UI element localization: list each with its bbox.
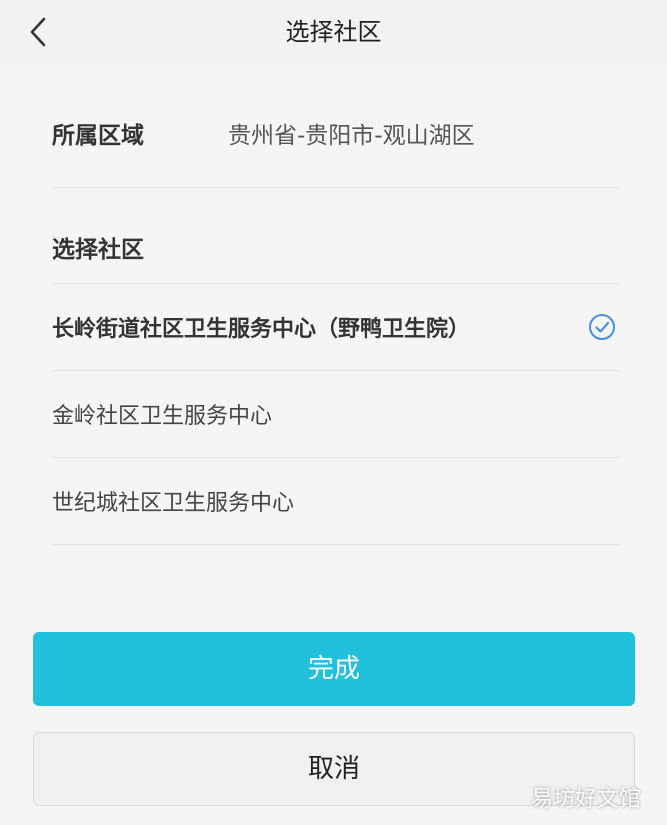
divider bbox=[52, 187, 620, 188]
watermark: 易坊好文馆 bbox=[530, 787, 641, 812]
community-option-jinling[interactable]: 金岭社区卫生服务中心 bbox=[52, 371, 620, 457]
community-option-label: 世纪城社区卫生服务中心 bbox=[52, 491, 295, 516]
community-option-label: 金岭社区卫生服务中心 bbox=[52, 404, 273, 429]
page-title: 选择社区 bbox=[285, 18, 382, 46]
confirm-button[interactable]: 完成 bbox=[33, 632, 635, 706]
community-option-label: 长岭街道社区卫生服务中心（野鸭卫生院） bbox=[52, 317, 471, 342]
community-option-changling[interactable]: 长岭街道社区卫生服务中心（野鸭卫生院） bbox=[52, 284, 620, 370]
section-title: 选择社区 bbox=[52, 237, 144, 263]
region-value: 贵州省-贵阳市-观山湖区 bbox=[228, 123, 475, 149]
community-option-shijicheng[interactable]: 世纪城社区卫生服务中心 bbox=[52, 458, 620, 544]
check-circle-icon bbox=[589, 314, 615, 340]
region-label: 所属区域 bbox=[52, 123, 144, 149]
header-bar: 选择社区 bbox=[0, 0, 667, 64]
select-community-screen: 选择社区 所属区域 贵州省-贵阳市-观山湖区 选择社区 长岭街道社区卫生服务中心… bbox=[0, 0, 667, 825]
region-row: 所属区域 贵州省-贵阳市-观山湖区 bbox=[52, 106, 620, 160]
divider bbox=[52, 544, 620, 545]
